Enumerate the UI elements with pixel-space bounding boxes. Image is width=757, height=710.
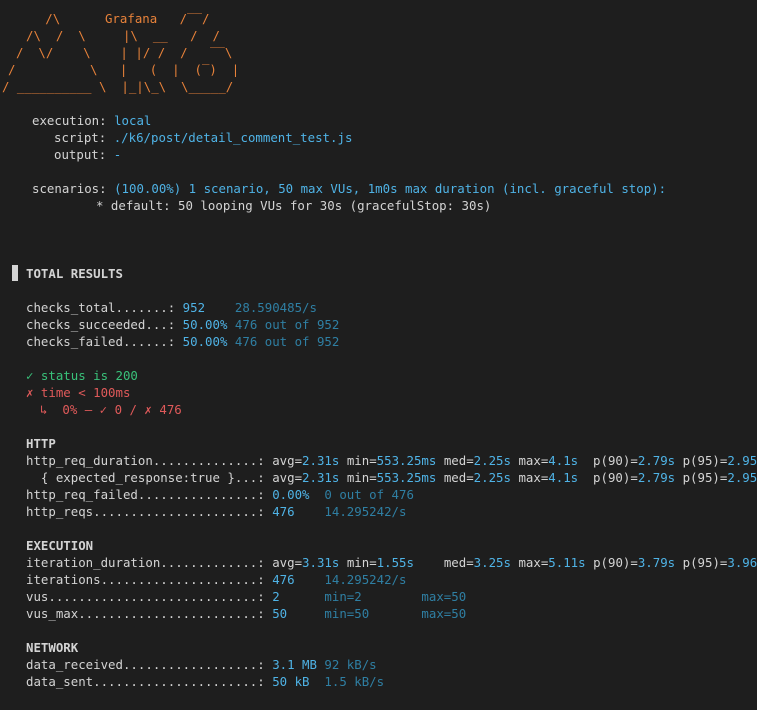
checks-succeeded-row: checks_succeeded...: 50.00% 476 out of 9… — [26, 316, 339, 333]
checks-total-rate: 28.590485/s — [234, 300, 317, 315]
vus-row: vus............................: 2 min=2… — [26, 588, 466, 605]
http-req-duration-row: http_req_duration..............: avg=2.3… — [26, 452, 757, 469]
output-line: output: - — [54, 146, 121, 163]
metric-value: 476 — [272, 504, 295, 519]
logo-line-1: /\ Grafana /‾‾/ — [8, 11, 225, 26]
network-title: NETWORK — [26, 640, 79, 655]
http-reqs-row: http_reqs......................: 476 14.… — [26, 503, 406, 520]
execution-line: execution: local — [32, 112, 151, 129]
check-pass: ✓ status is 200 — [26, 368, 138, 383]
checks-succeeded-label: checks_succeeded...: — [26, 317, 176, 332]
output-label: output: — [54, 147, 107, 162]
metric-value: 476 — [272, 572, 295, 587]
expected-response-row: { expected_response:true }...: avg=2.31s… — [26, 469, 757, 486]
stat-max: max=5.11s — [518, 555, 586, 570]
stat-p90: p(90)=3.79s — [593, 555, 676, 570]
metric-label: vus............................: — [26, 589, 265, 604]
metric-value: 3.1 MB — [272, 657, 317, 672]
metric-label: vus_max........................: — [26, 606, 265, 621]
metric-label: data_sent......................: — [26, 674, 265, 689]
checks-failed-row: checks_failed......: 50.00% 476 out of 9… — [26, 333, 339, 350]
metric-extra: 92 kB/s — [324, 657, 377, 672]
metric-extra: 0 out of 476 — [324, 487, 414, 502]
metric-label: iteration_duration.............: — [26, 555, 265, 570]
metric-value: 0.00% — [272, 487, 310, 502]
metric-label: iterations.....................: — [26, 572, 265, 587]
checks-total-label: checks_total.......: — [26, 300, 176, 315]
stat-avg: avg=3.31s — [272, 555, 340, 570]
stat-p90: p(90)=2.79s — [593, 453, 676, 468]
metric-label: data_received..................: — [26, 657, 265, 672]
stat-p90: p(90)=2.79s — [593, 470, 676, 485]
script-line: script: ./k6/post/detail_comment_test.js — [54, 129, 352, 146]
data-received-row: data_received..................: 3.1 MB … — [26, 656, 377, 673]
metric-label: { expected_response:true }...: — [26, 470, 265, 485]
stat-med: med=2.25s — [443, 453, 511, 468]
total-results-title: TOTAL RESULTS — [26, 266, 123, 281]
stat-max: max=4.1s — [518, 470, 579, 485]
stat-avg: avg=2.31s — [272, 453, 340, 468]
scenarios-label: scenarios: — [32, 181, 107, 196]
vus-max-row: vus_max........................: 50 min=… — [26, 605, 466, 622]
script-label: script: — [54, 130, 107, 145]
http-req-failed-row: http_req_failed................: 0.00% 0… — [26, 486, 414, 503]
iterations-row: iterations.....................: 476 14.… — [26, 571, 406, 588]
logo-line-5: / __________ \ |_|\_\ \_____/ — [2, 79, 241, 94]
checks-succeeded-value: 50.00% — [182, 317, 228, 332]
scenarios-line: scenarios: (100.00%) 1 scenario, 50 max … — [32, 180, 666, 197]
stat-min: min=1.55s — [346, 555, 414, 570]
logo-line-4: / \ | ( | (‾) | — [8, 62, 240, 77]
stat-p95: p(95)=2.95s — [682, 453, 757, 468]
metric-label: http_req_failed................: — [26, 487, 265, 502]
scenarios-value: (100.00%) 1 scenario, 50 max VUs, 1m0s m… — [114, 181, 667, 196]
check-fail: ✗ time < 100ms — [26, 385, 131, 400]
metric-max: max=50 — [421, 589, 467, 604]
execution-value: local — [114, 113, 152, 128]
logo-line-3: / \/ \ | |/ / / ‾‾\ — [16, 45, 240, 60]
checks-total-row: checks_total.......: 952 28.590485/s — [26, 299, 317, 316]
stat-min: min=553.25ms — [346, 470, 437, 485]
script-value: ./k6/post/detail_comment_test.js — [113, 130, 353, 145]
execution-title: EXECUTION — [26, 538, 94, 553]
metric-min: min=50 — [324, 606, 370, 621]
metric-value: 50 kB — [272, 674, 310, 689]
stat-med: med=3.25s — [443, 555, 511, 570]
execution-label: execution: — [32, 113, 107, 128]
checks-total-value: 952 — [182, 300, 206, 315]
checks-failed-label: checks_failed......: — [26, 334, 176, 349]
checks-succeeded-detail: 476 out of 952 — [234, 317, 340, 332]
metric-max: max=50 — [421, 606, 467, 621]
metric-extra: 14.295242/s — [324, 572, 407, 587]
metric-extra: 14.295242/s — [324, 504, 407, 519]
checks-failed-value: 50.00% — [182, 334, 228, 349]
data-sent-row: data_sent......................: 50 kB 1… — [26, 673, 384, 690]
stat-avg: avg=2.31s — [272, 470, 340, 485]
logo-line-2: /\ / \ |\ __ / / — [26, 28, 243, 43]
stat-min: min=553.25ms — [346, 453, 437, 468]
terminal-window[interactable]: /\ Grafana /‾‾/ /\ / \ |\ __ / / / \/ \ … — [0, 0, 757, 710]
stat-p95: p(95)=2.95s — [682, 470, 757, 485]
metric-extra: 1.5 kB/s — [324, 674, 385, 689]
stat-med: med=2.25s — [443, 470, 511, 485]
metric-label: http_req_duration..............: — [26, 453, 265, 468]
default-scenario-line: * default: 50 looping VUs for 30s (grace… — [96, 198, 492, 213]
checks-failed-detail: 476 out of 952 — [234, 334, 340, 349]
metric-label: http_reqs......................: — [26, 504, 265, 519]
http-title: HTTP — [26, 436, 56, 451]
metric-value: 50 — [272, 606, 288, 621]
iteration-duration-row: iteration_duration.............: avg=3.3… — [26, 554, 757, 571]
metric-value: 2 — [272, 589, 280, 604]
section-marker — [12, 265, 18, 281]
stat-max: max=4.1s — [518, 453, 579, 468]
stat-p95: p(95)=3.96s — [682, 555, 757, 570]
check-fail-detail: ↳ 0% — ✓ 0 / ✗ 476 — [40, 402, 182, 417]
metric-min: min=2 — [324, 589, 362, 604]
output-value: - — [113, 147, 122, 162]
